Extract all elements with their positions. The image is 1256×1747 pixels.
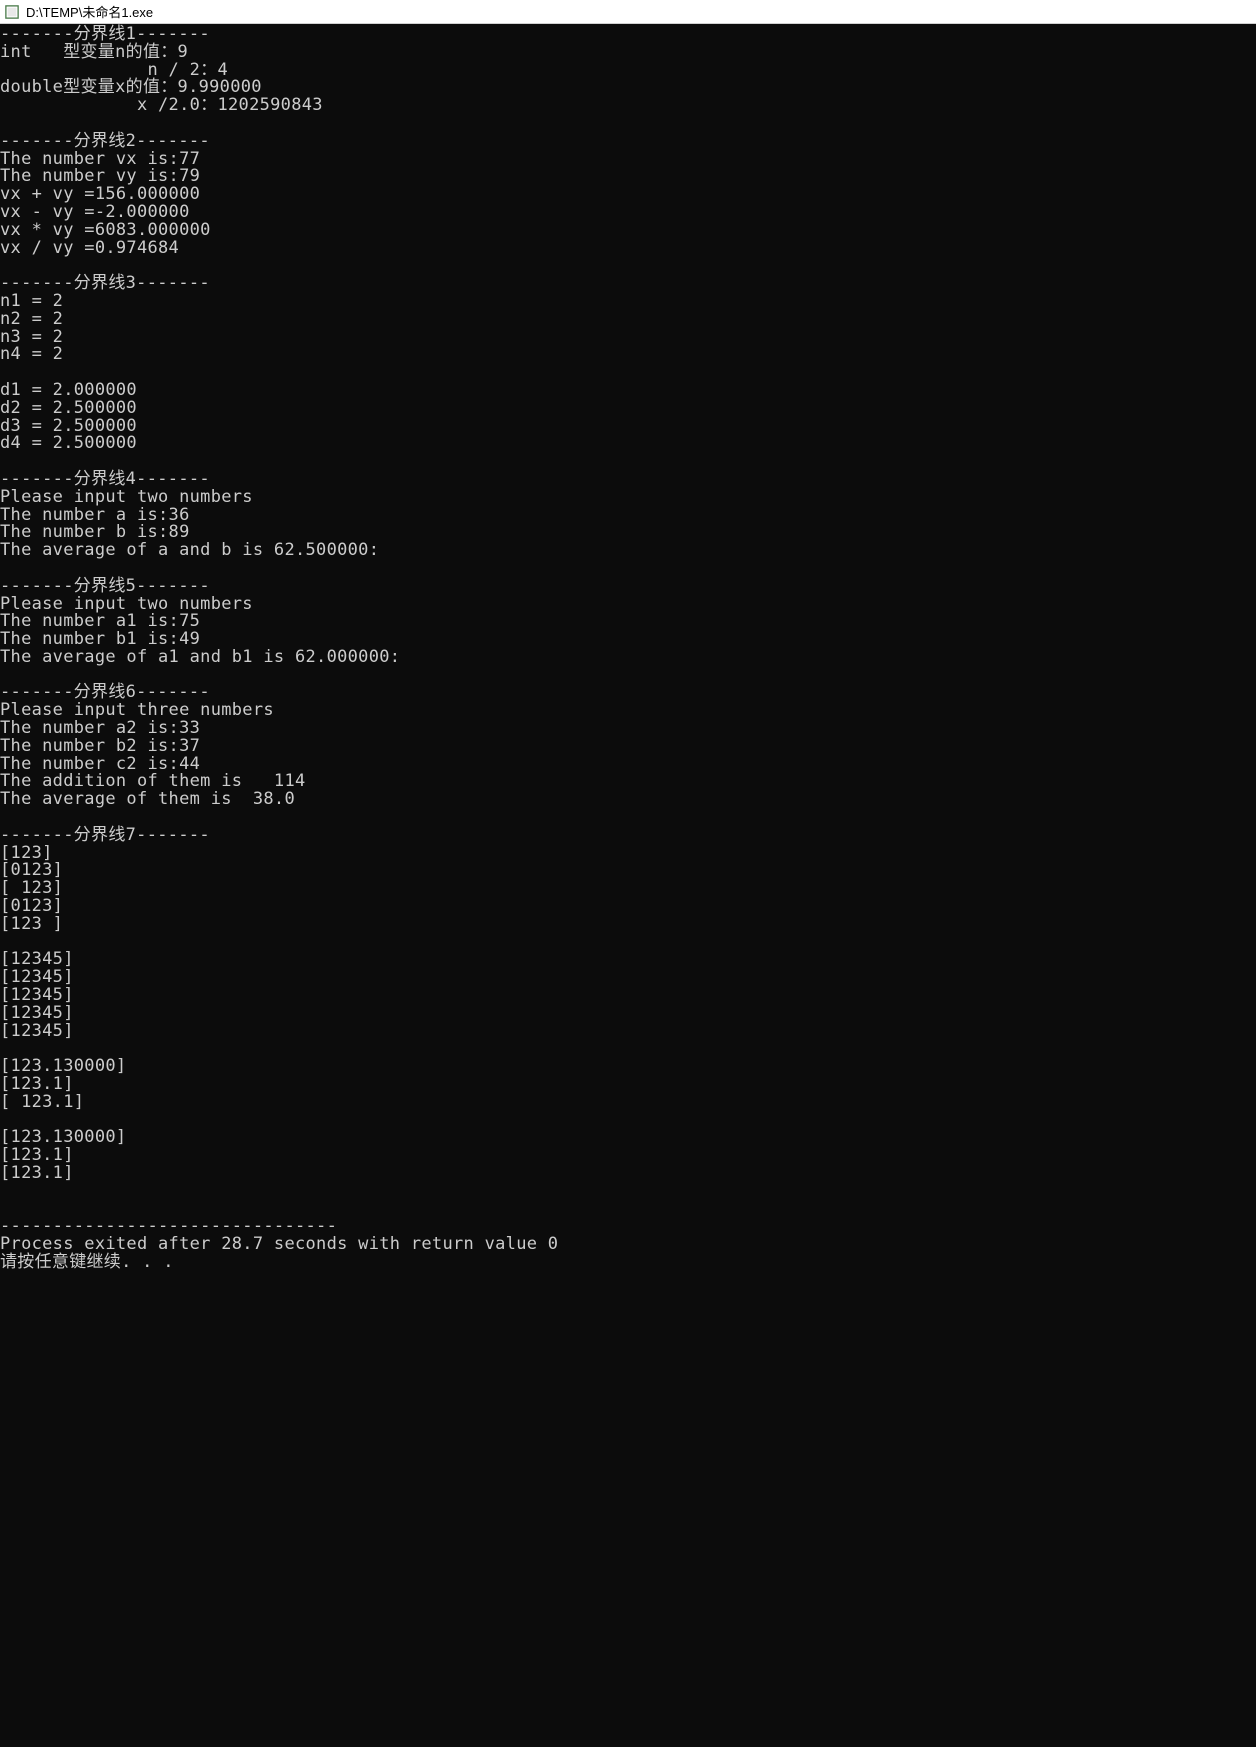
- console-line: d1 = 2.000000: [0, 382, 1256, 400]
- console-line: [ 123]: [0, 880, 1256, 898]
- console-line: The average of them is 38.0: [0, 791, 1256, 809]
- console-line: [12345]: [0, 987, 1256, 1005]
- console-line: -------分界线3-------: [0, 275, 1256, 293]
- window-title: D:\TEMP\未命名1.exe: [26, 2, 153, 21]
- console-line: d3 = 2.500000: [0, 418, 1256, 436]
- console-line: d2 = 2.500000: [0, 400, 1256, 418]
- console-line: -------分界线2-------: [0, 133, 1256, 151]
- console-line: [0123]: [0, 862, 1256, 880]
- console-line: n3 = 2: [0, 329, 1256, 347]
- console-line: d4 = 2.500000: [0, 435, 1256, 453]
- console-line: The average of a1 and b1 is 62.000000:: [0, 649, 1256, 667]
- console-line: -------分界线7-------: [0, 827, 1256, 845]
- console-line: The number b2 is:37: [0, 738, 1256, 756]
- console-line: [123.130000]: [0, 1129, 1256, 1147]
- console-line: 请按任意键继续. . .: [0, 1254, 1256, 1272]
- console-line: x /2.0：1202590843: [0, 97, 1256, 115]
- console-line: [12345]: [0, 951, 1256, 969]
- console-line: [123.1]: [0, 1147, 1256, 1165]
- console-line: -------分界线5-------: [0, 578, 1256, 596]
- console-output[interactable]: -------分界线1-------int 型变量n的值：9 n / 2：4do…: [0, 24, 1256, 1747]
- console-line: [0, 1112, 1256, 1130]
- console-line: [ 123.1]: [0, 1094, 1256, 1112]
- console-line: [12345]: [0, 1005, 1256, 1023]
- console-line: [123.1]: [0, 1165, 1256, 1183]
- console-line: The average of a and b is 62.500000:: [0, 542, 1256, 560]
- console-line: [0, 1183, 1256, 1201]
- console-line: [0, 1040, 1256, 1058]
- console-line: [12345]: [0, 969, 1256, 987]
- window-app-icon: [4, 4, 20, 20]
- console-line: vx / vy =0.974684: [0, 240, 1256, 258]
- console-line: [123.1]: [0, 1076, 1256, 1094]
- console-line: vx * vy =6083.000000: [0, 222, 1256, 240]
- console-line: [123.130000]: [0, 1058, 1256, 1076]
- console-line: [0, 934, 1256, 952]
- console-line: -------分界线1-------: [0, 26, 1256, 44]
- console-line: [0123]: [0, 898, 1256, 916]
- console-line: [123]: [0, 845, 1256, 863]
- console-line: n4 = 2: [0, 346, 1256, 364]
- console-line: [123 ]: [0, 916, 1256, 934]
- window-titlebar[interactable]: D:\TEMP\未命名1.exe: [0, 0, 1256, 24]
- console-line: [12345]: [0, 1023, 1256, 1041]
- console-line: [0, 364, 1256, 382]
- console-line: int 型变量n的值：9: [0, 44, 1256, 62]
- console-line: Process exited after 28.7 seconds with r…: [0, 1236, 1256, 1254]
- console-line: n1 = 2: [0, 293, 1256, 311]
- console-line: Please input two numbers: [0, 489, 1256, 507]
- console-line: n2 = 2: [0, 311, 1256, 329]
